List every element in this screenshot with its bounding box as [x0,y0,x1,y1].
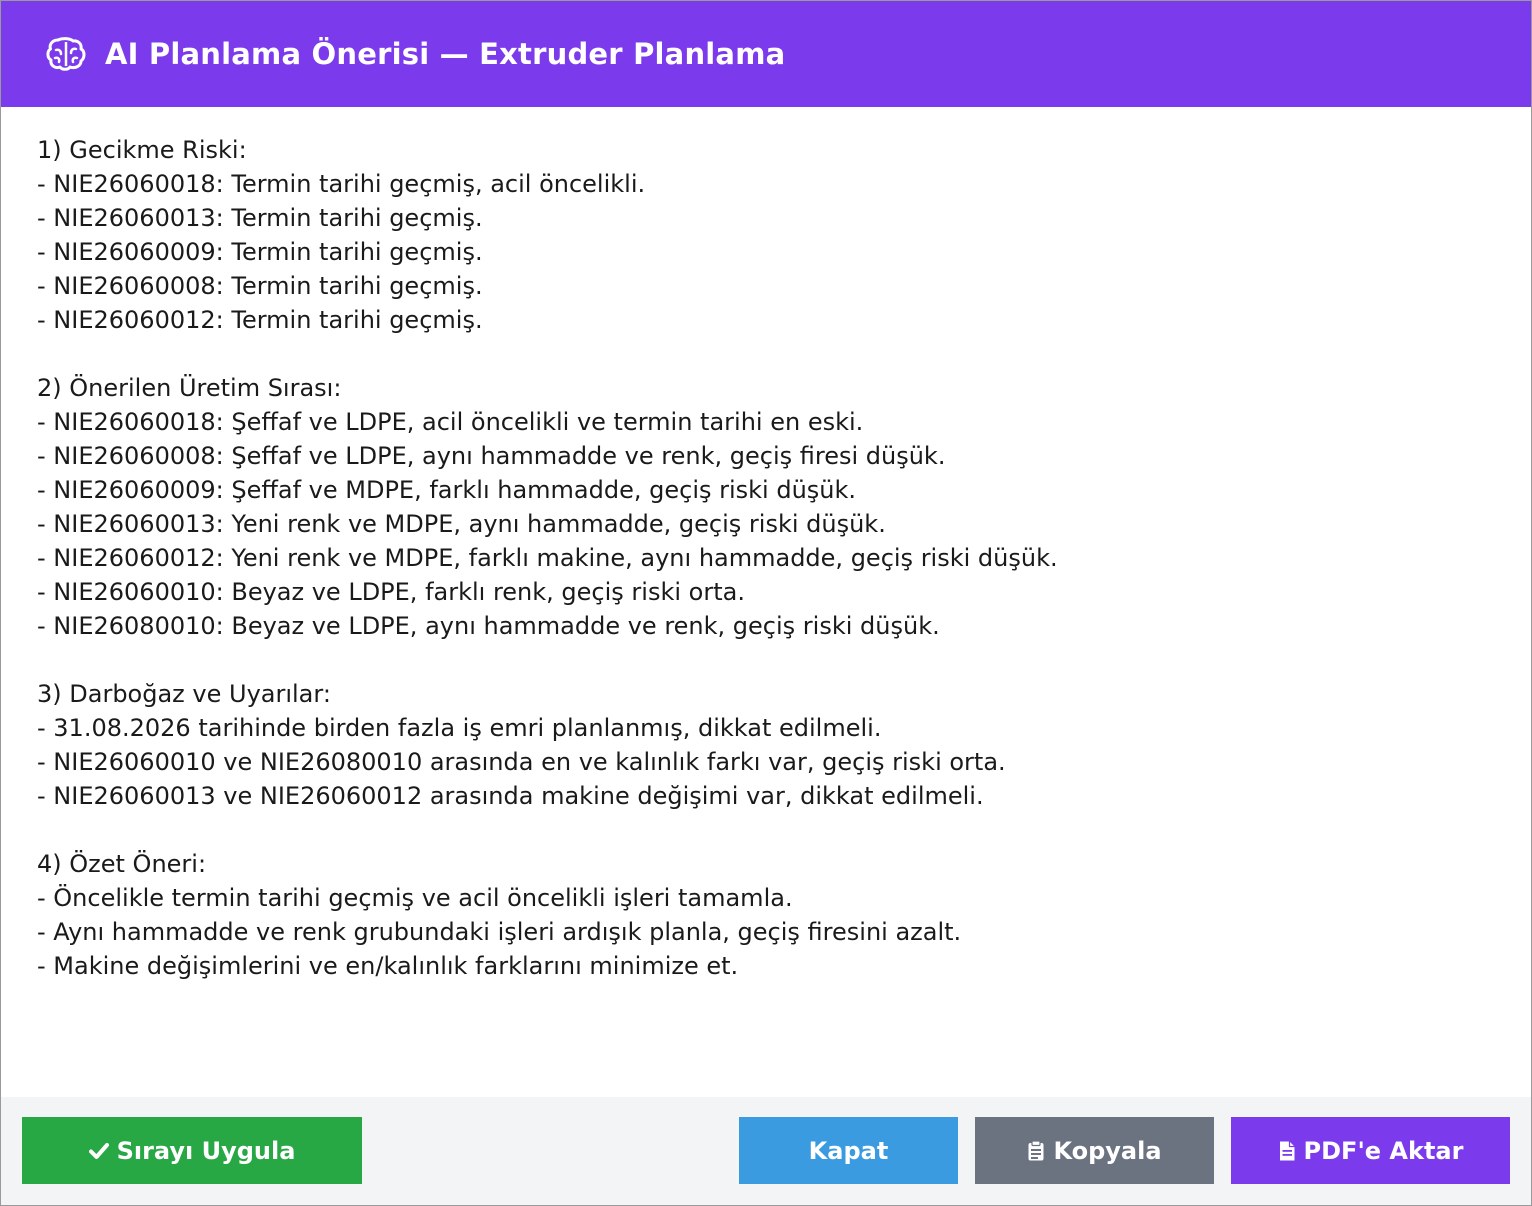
list-item: - NIE26060008: Şeffaf ve LDPE, aynı hamm… [37,442,946,470]
clipboard-icon [1027,1139,1045,1162]
list-item: - NIE26060013: Yeni renk ve MDPE, aynı h… [37,510,886,538]
list-item: - NIE26060013: Termin tarihi geçmiş. [37,204,483,232]
section-delay-risk: 1) Gecikme Riski: - NIE26060018: Termin … [37,133,1495,337]
document-icon [1278,1140,1296,1162]
list-item: - NIE26060009: Şeffaf ve MDPE, farklı ha… [37,476,857,504]
list-item: - NIE26060012: Yeni renk ve MDPE, farklı… [37,544,1058,572]
section-heading: 4) Özet Öneri: [37,850,207,878]
list-item: - Makine değişimlerini ve en/kalınlık fa… [37,952,739,980]
dialog-header: AI Planlama Önerisi — Extruder Planlama [1,1,1531,107]
copy-button[interactable]: Kopyala [975,1117,1214,1184]
section-heading: 2) Önerilen Üretim Sırası: [37,374,342,402]
apply-order-label: Sırayı Uygula [116,1136,296,1165]
copy-label: Kopyala [1053,1136,1162,1165]
list-item: - Öncelikle termin tarihi geçmiş ve acil… [37,884,793,912]
list-item: - NIE26060009: Termin tarihi geçmiş. [37,238,483,266]
list-item: - NIE26060018: Şeffaf ve LDPE, acil önce… [37,408,864,436]
brain-icon [45,34,87,74]
export-pdf-label: PDF'e Aktar [1303,1136,1464,1165]
list-item: - NIE26060010: Beyaz ve LDPE, farklı ren… [37,578,745,606]
export-pdf-button[interactable]: PDF'e Aktar [1231,1117,1510,1184]
section-production-order: 2) Önerilen Üretim Sırası: - NIE26060018… [37,371,1495,643]
section-heading: 1) Gecikme Riski: [37,136,247,164]
apply-order-button[interactable]: Sırayı Uygula [22,1117,362,1184]
dialog-title: AI Planlama Önerisi — Extruder Planlama [105,37,786,71]
list-item: - 31.08.2026 tarihinde birden fazla iş e… [37,714,882,742]
section-heading: 3) Darboğaz ve Uyarılar: [37,680,331,708]
list-item: - NIE26060010 ve NIE26080010 arasında en… [37,748,1006,776]
planning-suggestion-text: 1) Gecikme Riski: - NIE26060018: Termin … [1,107,1531,1097]
ai-planning-dialog: AI Planlama Önerisi — Extruder Planlama … [0,0,1532,1206]
check-icon [88,1142,109,1160]
list-item: - NIE26060012: Termin tarihi geçmiş. [37,306,483,334]
list-item: - NIE26060018: Termin tarihi geçmiş, aci… [37,170,646,198]
section-summary: 4) Özet Öneri: - Öncelikle termin tarihi… [37,847,1495,983]
close-button[interactable]: Kapat [739,1117,958,1184]
list-item: - NIE26060008: Termin tarihi geçmiş. [37,272,483,300]
list-item: - Aynı hammadde ve renk grubundaki işler… [37,918,962,946]
list-item: - NIE26060013 ve NIE26060012 arasında ma… [37,782,984,810]
dialog-footer: Sırayı Uygula Kapat Kopyala PDF'e Aktar [1,1097,1531,1205]
list-item: - NIE26080010: Beyaz ve LDPE, aynı hamma… [37,612,940,640]
close-label: Kapat [808,1136,889,1165]
section-bottlenecks: 3) Darboğaz ve Uyarılar: - 31.08.2026 ta… [37,677,1495,813]
